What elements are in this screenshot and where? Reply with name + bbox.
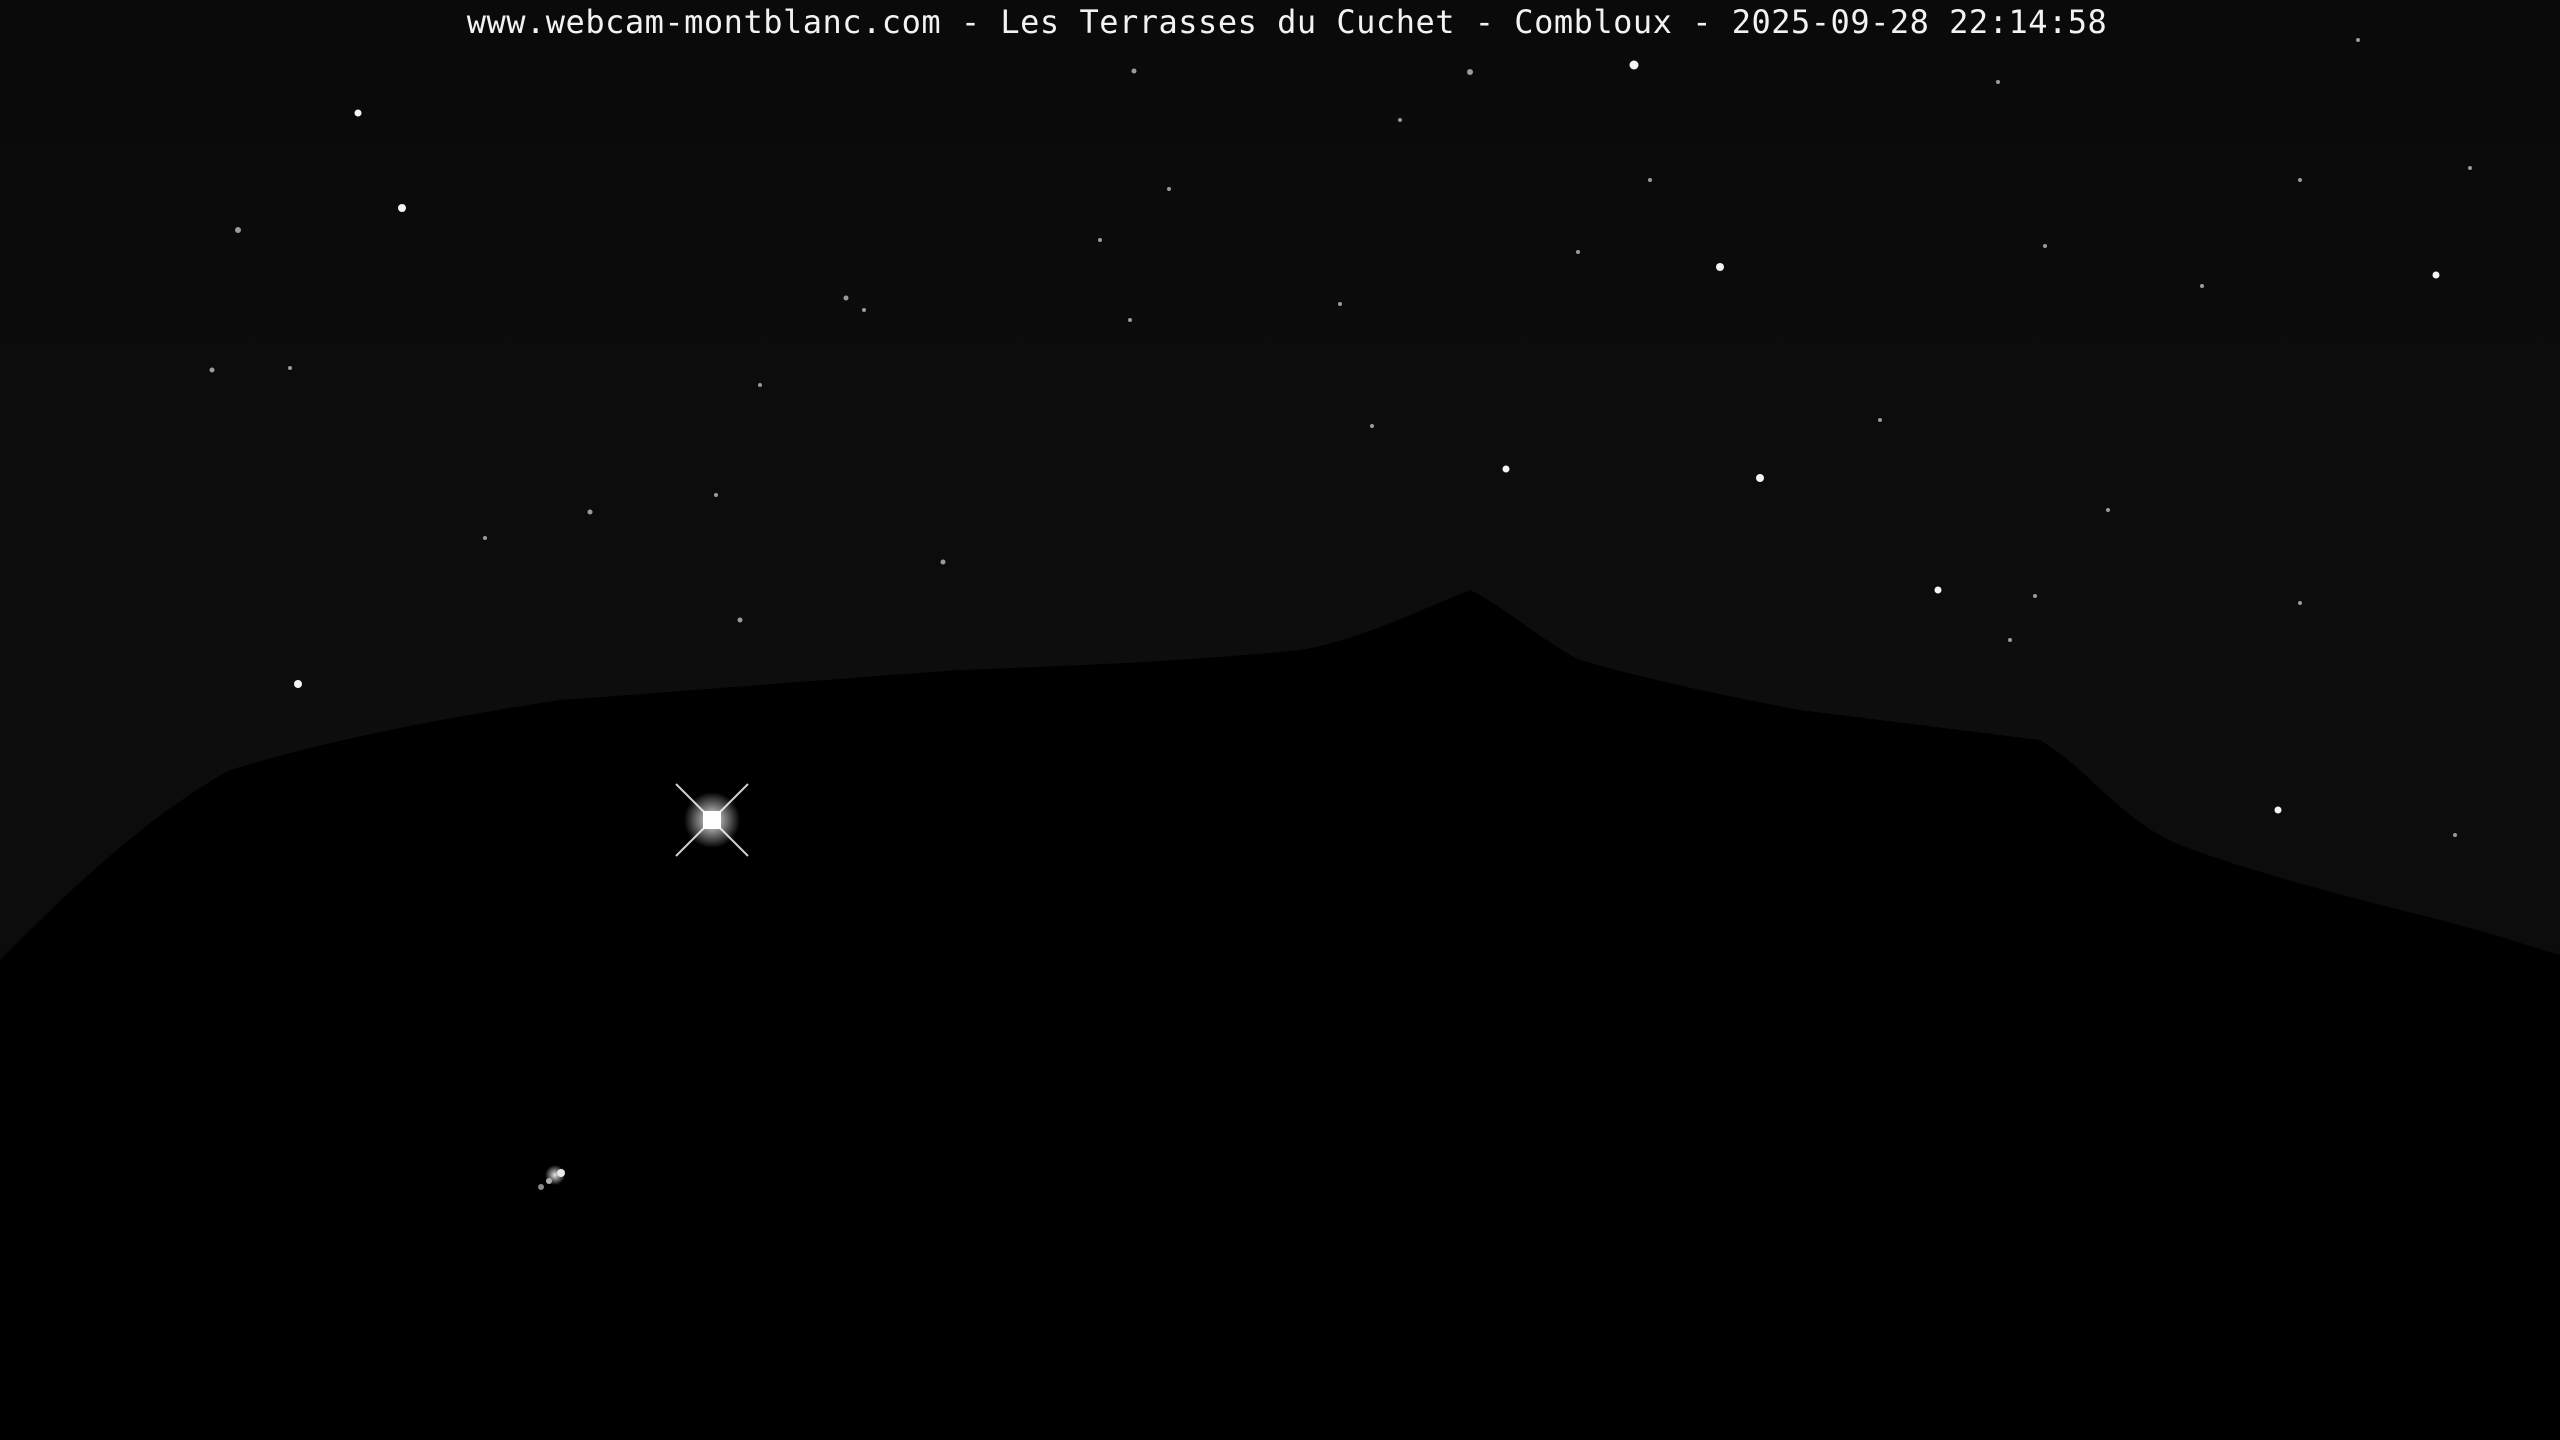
faint-star bbox=[235, 227, 241, 233]
faint-star bbox=[288, 366, 292, 370]
faint-star bbox=[1878, 418, 1882, 422]
faint-star bbox=[1576, 250, 1580, 254]
faint-star bbox=[1098, 238, 1102, 242]
faint-star bbox=[1629, 60, 1639, 70]
faint-star bbox=[2298, 178, 2302, 182]
faint-star bbox=[294, 680, 302, 688]
faint-star bbox=[209, 367, 215, 373]
faint-star bbox=[1756, 474, 1764, 482]
faint-star bbox=[1502, 465, 1510, 473]
faint-star bbox=[940, 559, 946, 565]
faint-star bbox=[1716, 263, 1724, 271]
faint-star bbox=[354, 109, 362, 117]
bright-star bbox=[675, 783, 749, 857]
faint-star bbox=[1338, 302, 1342, 306]
faint-star bbox=[2200, 284, 2204, 288]
faint-star bbox=[862, 308, 866, 312]
faint-star bbox=[2043, 244, 2047, 248]
faint-star bbox=[587, 509, 593, 515]
faint-star bbox=[2432, 271, 2440, 279]
faint-star bbox=[1398, 118, 1402, 122]
faint-star bbox=[1648, 178, 1652, 182]
webcam-frame: www.webcam-montblanc.com - Les Terrasses… bbox=[0, 0, 2560, 1440]
faint-star bbox=[398, 204, 406, 212]
faint-star bbox=[737, 617, 743, 623]
faint-star bbox=[2274, 806, 2282, 814]
faint-star bbox=[2033, 594, 2037, 598]
faint-star bbox=[758, 383, 762, 387]
faint-star bbox=[2453, 833, 2457, 837]
faint-star bbox=[1467, 69, 1473, 75]
faint-star bbox=[1131, 68, 1137, 74]
night-sky-scene bbox=[0, 0, 2560, 1440]
faint-star bbox=[1370, 424, 1374, 428]
faint-star bbox=[2106, 508, 2110, 512]
webcam-caption: www.webcam-montblanc.com - Les Terrasses… bbox=[466, 3, 2108, 41]
faint-star bbox=[483, 536, 487, 540]
faint-star bbox=[714, 493, 718, 497]
faint-star bbox=[843, 295, 849, 301]
faint-star bbox=[2008, 638, 2012, 642]
faint-star bbox=[2468, 166, 2472, 170]
faint-star bbox=[1996, 80, 2000, 84]
faint-star bbox=[1167, 187, 1171, 191]
faint-star bbox=[2298, 601, 2302, 605]
faint-star bbox=[1128, 318, 1132, 322]
faint-star bbox=[1934, 586, 1942, 594]
